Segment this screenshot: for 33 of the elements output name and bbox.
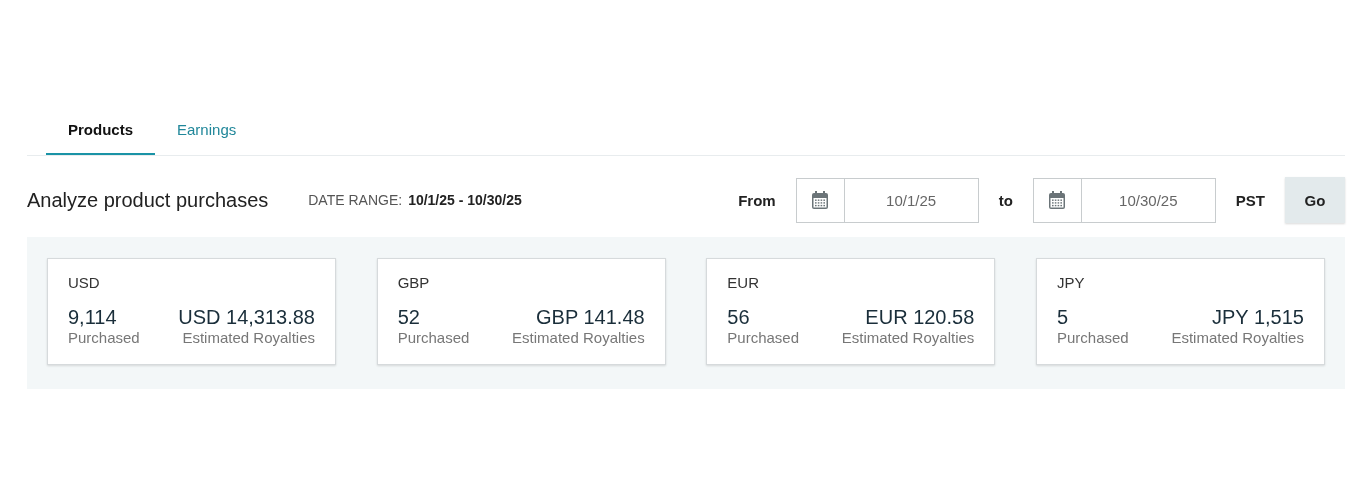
- royalties-label: Estimated Royalties: [841, 329, 975, 346]
- page-title: Analyze product purchases: [27, 188, 269, 212]
- tab[interactable]: Earnings: [155, 105, 259, 155]
- purchased-count: 9,114: [68, 306, 117, 329]
- royalties-label: Estimated Royalties: [512, 329, 645, 346]
- currency-code: JPY: [1056, 274, 1085, 291]
- currency-code: EUR: [727, 274, 759, 291]
- purchased-label: Purchased: [727, 329, 800, 346]
- go-button[interactable]: Go: [1285, 177, 1345, 223]
- currency-code: GBP: [397, 274, 430, 291]
- royalties-amount: USD 14,313.88: [178, 306, 315, 329]
- purchased-count: 52: [397, 306, 420, 329]
- royalties-label: Estimated Royalties: [1171, 329, 1304, 346]
- tab[interactable]: Products: [46, 105, 155, 155]
- purchased-label: Purchased: [68, 329, 140, 346]
- start-date-field[interactable]: 10/1/25: [795, 177, 979, 223]
- purchased-label: Purchased: [397, 329, 470, 346]
- date-range-label: DATE RANGE:: [308, 192, 403, 208]
- calendar-icon: [1048, 190, 1067, 210]
- royalties-label: Estimated Royalties: [182, 329, 315, 346]
- timezone-label: PST: [1235, 191, 1265, 209]
- purchased-count: 5: [1056, 306, 1069, 329]
- currency-code: USD: [68, 274, 100, 291]
- date-range-value: 10/1/25 - 10/30/25: [408, 192, 522, 208]
- purchased-count: 56: [727, 306, 750, 329]
- calendar-icon: [811, 190, 830, 210]
- end-date-field[interactable]: 10/30/25: [1032, 177, 1216, 223]
- to-label: to: [998, 191, 1013, 209]
- purchased-label: Purchased: [1056, 329, 1129, 346]
- royalties-amount: GBP 141.48: [536, 306, 645, 329]
- royalties-amount: JPY 1,515: [1212, 306, 1304, 329]
- from-label: From: [738, 191, 776, 209]
- royalties-amount: EUR 120.58: [865, 306, 975, 329]
